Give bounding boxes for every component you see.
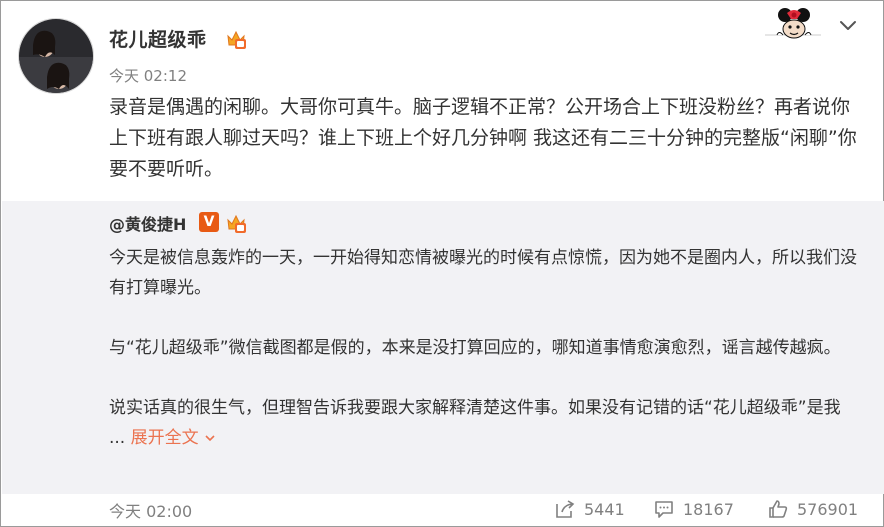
- repost-paragraph: 今天是被信息轰炸的一天，一开始得知恋情被曝光的时候有点惊慌，因为她不是圈内人，所…: [109, 248, 857, 298]
- like-count: 576901: [797, 499, 859, 519]
- chevron-down-icon: [205, 435, 215, 442]
- like-button[interactable]: 576901: [767, 496, 858, 522]
- expand-label: 展开全文: [130, 428, 199, 448]
- repost-paragraph-last: 说实话真的很生气，但理智告诉我要跟大家解释清楚这件事。如果没有记错的话“花儿超级…: [109, 393, 861, 453]
- expand-full-text-link[interactable]: 展开全文: [131, 428, 216, 448]
- thumbs-up-icon: [769, 500, 788, 518]
- chevron-down-icon[interactable]: [837, 15, 859, 37]
- repost-paragraph: 说实话真的很生气，但理智告诉我要跟大家解释清楚这件事。如果没有记错的话“花儿超级…: [109, 398, 841, 448]
- repost-timestamp[interactable]: 今天 02:00: [109, 498, 192, 522]
- verified-icon: V: [199, 212, 219, 232]
- share-button[interactable]: 5441: [554, 496, 625, 522]
- minnie-mouse-decoration-icon: [763, 5, 823, 45]
- crown-badge-icon: [225, 28, 247, 50]
- username[interactable]: 花儿超级乖: [109, 25, 207, 52]
- repost-text: 今天是被信息轰炸的一天，一开始得知恋情被曝光的时候有点惊慌，因为她不是圈内人，所…: [109, 243, 861, 453]
- post-card: 花儿超级乖 今天 02:12 录音是偶遇的闲聊。大哥你可真牛。脑子逻辑不正常？公…: [0, 0, 884, 527]
- comment-button[interactable]: 18167: [653, 496, 734, 522]
- post-timestamp[interactable]: 今天 02:12: [109, 65, 187, 86]
- avatar[interactable]: [18, 18, 94, 94]
- share-count: 5441: [584, 499, 625, 519]
- reposted-content: @黄俊捷H V 今天是被信息轰炸的一天，一开始得知恋情被曝光的时候有点惊慌，因为…: [2, 201, 884, 494]
- repost-footer: 今天 02:00 5441 18167 576901: [1, 494, 884, 527]
- crown-badge-icon: [225, 212, 247, 234]
- repost-author[interactable]: @黄俊捷H: [109, 211, 186, 235]
- comment-icon: [655, 501, 673, 518]
- repost-paragraph: 与“花儿超级乖”微信截图都是假的，本来是没打算回应的，哪知道事情愈演愈烈，谣言越…: [109, 338, 841, 358]
- share-icon: [556, 500, 575, 518]
- post-text: 录音是偶遇的闲聊。大哥你可真牛。脑子逻辑不正常？公开场合上下班没粉丝？再者说你上…: [109, 96, 857, 180]
- comment-count: 18167: [683, 499, 734, 519]
